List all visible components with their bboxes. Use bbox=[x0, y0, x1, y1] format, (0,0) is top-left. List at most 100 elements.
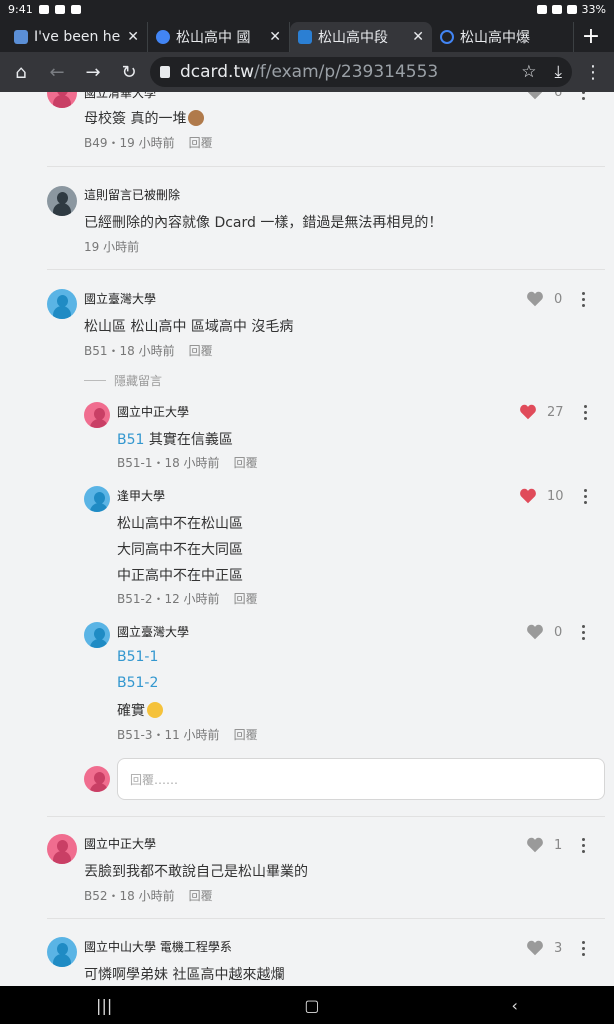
avatar[interactable] bbox=[47, 289, 77, 319]
home-button[interactable]: ⌂ bbox=[6, 57, 36, 87]
comment-text-line: 中正高中不在中正區 bbox=[117, 568, 243, 584]
more-options-icon[interactable] bbox=[582, 291, 586, 307]
comment-meta: 19 小時前 bbox=[84, 240, 140, 254]
comment-text: B51 其實在信義區 bbox=[117, 432, 233, 448]
back-icon[interactable]: ‹ bbox=[512, 996, 518, 1015]
like-count: 0 bbox=[554, 291, 563, 307]
avatar bbox=[47, 186, 77, 216]
like-area: 27 bbox=[519, 404, 587, 420]
tab-3[interactable]: 松山高中段 ✕ bbox=[290, 22, 432, 52]
reply-button[interactable]: 回覆 bbox=[189, 344, 213, 358]
comment-meta: B51・18 小時前 回覆 bbox=[84, 344, 213, 358]
tab-2[interactable]: 松山高中 國 ✕ bbox=[148, 22, 290, 52]
reload-button[interactable]: ↻ bbox=[114, 57, 144, 87]
like-area: 6 bbox=[526, 92, 586, 100]
close-icon[interactable]: ✕ bbox=[412, 29, 424, 45]
comment-author[interactable]: 國立臺灣大學 bbox=[117, 623, 189, 640]
more-options-icon[interactable] bbox=[582, 624, 586, 640]
back-button[interactable]: ← bbox=[42, 57, 72, 87]
floor-link[interactable]: B51-2 bbox=[117, 675, 158, 691]
like-area: 0 bbox=[526, 291, 586, 307]
divider bbox=[47, 816, 605, 817]
google-icon bbox=[156, 30, 170, 44]
notification-icon bbox=[38, 4, 49, 14]
more-options-icon[interactable] bbox=[583, 488, 587, 504]
smile-emoji-icon bbox=[147, 702, 163, 718]
status-bar: 9:41 33% bbox=[0, 0, 614, 18]
floor-link[interactable]: B51 bbox=[117, 432, 144, 448]
avatar[interactable] bbox=[84, 486, 110, 512]
tab-title: 松山高中爆 bbox=[460, 30, 530, 46]
floor-link[interactable]: B51-1 bbox=[117, 649, 158, 665]
avatar[interactable] bbox=[47, 937, 77, 967]
home-icon[interactable]: ▢ bbox=[304, 996, 319, 1015]
avatar bbox=[84, 766, 110, 792]
comment-author[interactable]: 逢甲大學 bbox=[117, 487, 165, 504]
like-count: 6 bbox=[554, 92, 563, 100]
hidden-comments-toggle[interactable]: 隱藏留言 bbox=[84, 372, 162, 389]
heart-icon[interactable] bbox=[519, 404, 537, 420]
close-icon[interactable]: ✕ bbox=[127, 29, 139, 45]
menu-button[interactable]: ⋮ bbox=[578, 57, 608, 87]
heart-icon[interactable] bbox=[526, 624, 544, 640]
tab-title: I've been he bbox=[34, 29, 121, 45]
toolbar: ⌂ ← → ↻ dcard.tw/f/exam/p/239314553 ☆ ⤓ … bbox=[0, 52, 614, 92]
more-options-icon[interactable] bbox=[583, 404, 587, 420]
recent-apps-icon[interactable]: ||| bbox=[96, 996, 112, 1015]
comment-text: 確實 bbox=[117, 700, 163, 720]
comment-author[interactable]: 國立中山大學 電機工程學系 bbox=[84, 938, 232, 955]
lock-icon bbox=[160, 66, 170, 78]
heart-icon[interactable] bbox=[526, 940, 544, 956]
dcard-icon bbox=[298, 30, 312, 44]
comment-meta: B51-3・11 小時前 回覆 bbox=[117, 728, 258, 742]
wifi-icon bbox=[551, 4, 562, 14]
heart-icon[interactable] bbox=[526, 291, 544, 307]
comment-list: 國立清華大學 6 母校簽 真的一堆 B49・19 小時前 回覆 這則留言已被刪除 … bbox=[0, 92, 614, 986]
reply-button[interactable]: 回覆 bbox=[234, 592, 258, 606]
heart-icon[interactable] bbox=[526, 92, 544, 100]
reply-button[interactable]: 回覆 bbox=[189, 136, 213, 150]
more-options-icon[interactable] bbox=[582, 940, 586, 956]
alarm-icon bbox=[536, 4, 547, 14]
avatar[interactable] bbox=[47, 834, 77, 864]
comment-author[interactable]: 國立中正大學 bbox=[84, 835, 156, 852]
tab-1[interactable]: I've been he ✕ bbox=[6, 22, 148, 52]
comment-text: 可憐啊學弟妹 社區高中越來越爛 bbox=[84, 967, 285, 983]
bookmark-star-icon[interactable]: ☆ bbox=[521, 62, 536, 82]
address-bar[interactable]: dcard.tw/f/exam/p/239314553 ☆ ⤓ bbox=[150, 57, 572, 87]
like-area: 10 bbox=[519, 488, 587, 504]
tab-title: 松山高中 國 bbox=[176, 30, 251, 46]
divider bbox=[47, 269, 605, 270]
reply-button[interactable]: 回覆 bbox=[234, 456, 258, 470]
heart-icon[interactable] bbox=[526, 837, 544, 853]
system-nav-bar: ||| ▢ ‹ bbox=[0, 986, 614, 1024]
like-count: 27 bbox=[547, 404, 564, 420]
avatar[interactable] bbox=[47, 92, 77, 108]
phone-icon bbox=[70, 4, 81, 14]
reply-input[interactable]: 回覆…… bbox=[117, 758, 605, 800]
comment-text: 松山區 松山高中 區域高中 沒毛病 bbox=[84, 319, 294, 335]
like-count: 10 bbox=[547, 488, 564, 504]
forward-button[interactable]: → bbox=[78, 57, 108, 87]
like-area: 3 bbox=[526, 940, 586, 956]
reply-button[interactable]: 回覆 bbox=[189, 889, 213, 903]
new-tab-button[interactable]: + bbox=[574, 22, 608, 52]
comment-text: 丟臉到我都不敢說自己是松山畢業的 bbox=[84, 864, 308, 880]
avatar[interactable] bbox=[84, 402, 110, 428]
comment-author[interactable]: 國立中正大學 bbox=[117, 403, 189, 420]
tab-4[interactable]: 松山高中爆 bbox=[432, 22, 574, 52]
more-options-icon[interactable] bbox=[582, 837, 586, 853]
heart-icon[interactable] bbox=[519, 488, 537, 504]
signal-icon bbox=[566, 4, 577, 14]
tab-favicon-icon bbox=[14, 30, 28, 44]
reply-button[interactable]: 回覆 bbox=[234, 728, 258, 742]
monkey-emoji-icon bbox=[188, 110, 205, 126]
download-icon[interactable]: ⤓ bbox=[554, 62, 562, 82]
avatar[interactable] bbox=[84, 622, 110, 648]
more-options-icon[interactable] bbox=[582, 92, 586, 100]
close-icon[interactable]: ✕ bbox=[269, 29, 281, 45]
comment-author[interactable]: 國立臺灣大學 bbox=[84, 290, 156, 307]
comment-meta: B49・19 小時前 回覆 bbox=[84, 136, 213, 150]
comment-author[interactable]: 國立清華大學 bbox=[84, 92, 156, 101]
comment-meta: B51-1・18 小時前 回覆 bbox=[117, 456, 258, 470]
